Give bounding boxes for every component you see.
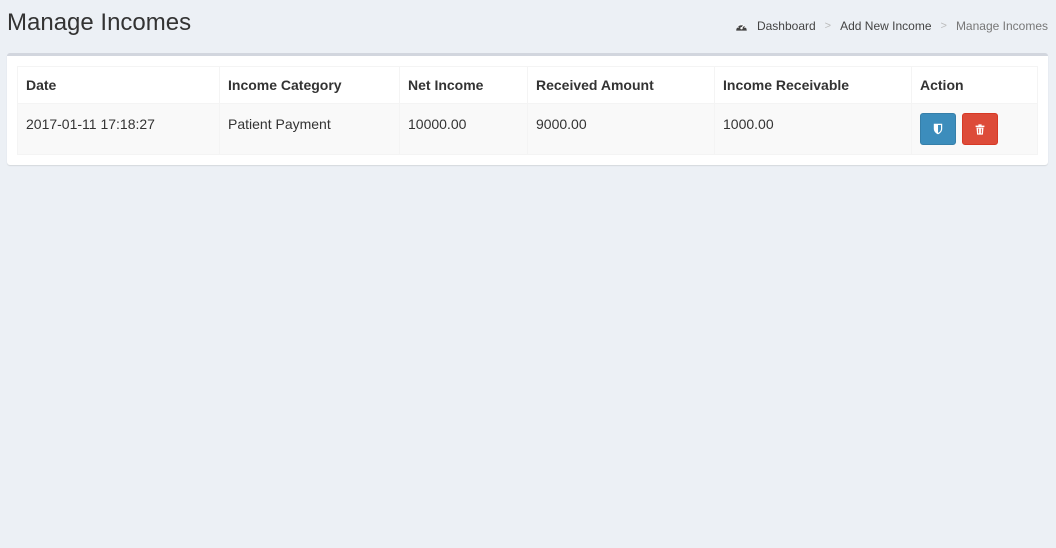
column-header-action: Action [911,66,1038,104]
breadcrumb-separator: > [824,20,832,32]
page-title: Manage Incomes [7,9,192,36]
breadcrumb-current: Manage Incomes [955,19,1048,33]
column-header-received-amount: Received Amount [527,66,715,104]
table-row: 2017-01-11 17:18:27 Patient Payment 1000… [17,103,1038,155]
breadcrumb-add-new-income-link[interactable]: Add New Income [840,19,931,33]
shield-icon [933,123,943,135]
breadcrumb: Dashboard > Add New Income > Manage Inco… [735,19,1048,33]
cell-income-category: Patient Payment [219,103,400,155]
column-header-net-income: Net Income [399,66,528,104]
incomes-box: Date Income Category Net Income Received… [7,53,1048,165]
trash-icon [975,123,985,135]
edit-button[interactable] [920,113,956,145]
breadcrumb-separator: > [940,20,947,32]
cell-net-income: 10000.00 [399,103,528,155]
cell-income-receivable: 1000.00 [714,103,912,155]
dashboard-icon [735,21,748,32]
cell-received-amount: 9000.00 [527,103,715,155]
breadcrumb-dashboard-link[interactable]: Dashboard [757,19,816,33]
delete-button[interactable] [961,113,998,145]
column-header-income-receivable: Income Receivable [714,66,912,104]
incomes-table: Date Income Category Net Income Received… [17,66,1038,155]
cell-date: 2017-01-11 17:18:27 [17,103,220,155]
column-header-income-category: Income Category [219,66,400,104]
content-header: Manage Incomes Dashboard > Add New Incom… [0,0,1056,52]
table-header-row: Date Income Category Net Income Received… [17,66,1038,104]
column-header-date: Date [17,66,220,104]
cell-action [911,103,1038,155]
